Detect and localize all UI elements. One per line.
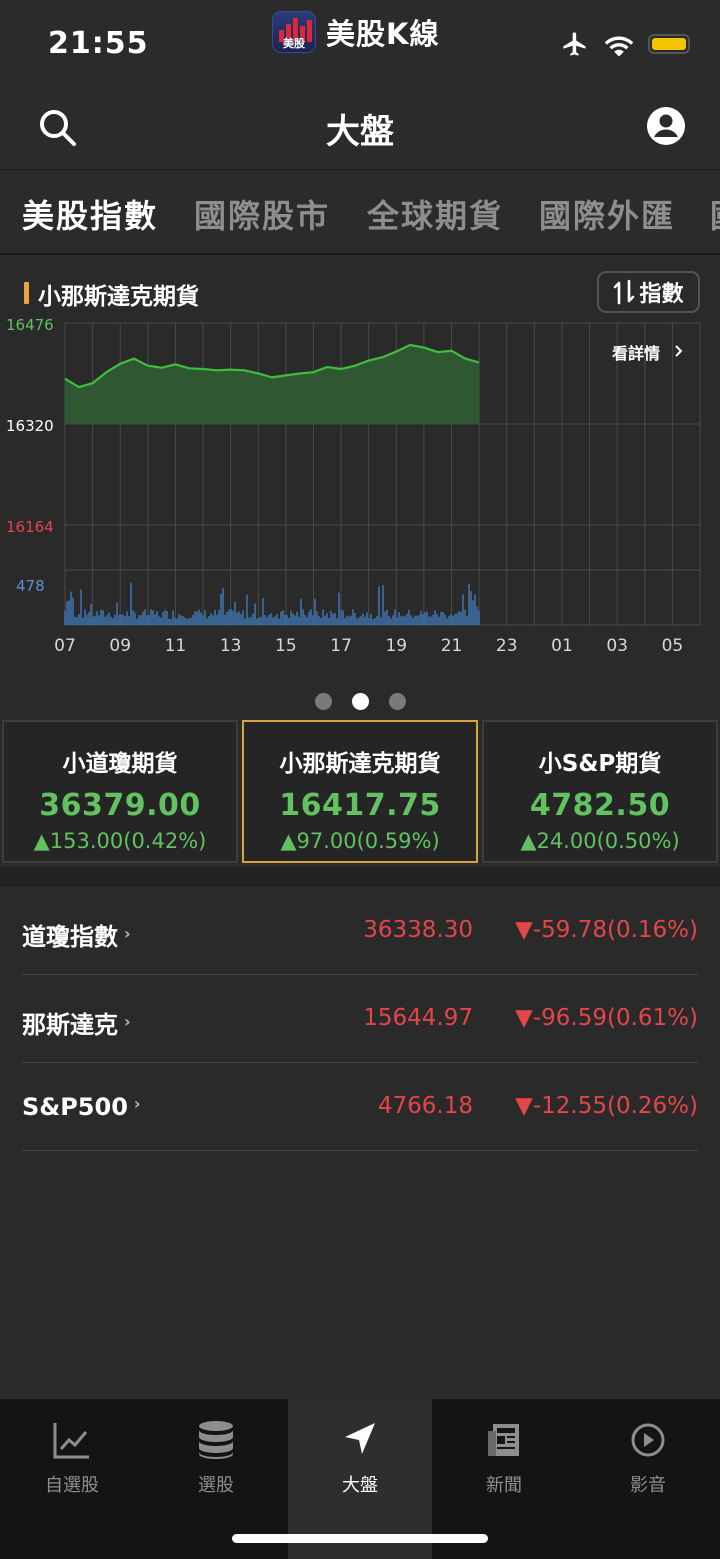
x-tick-label: 17: [330, 636, 352, 656]
futures-cards: 小道瓊期貨 36379.00 ▲153.00(0.42%) 小那斯達克期貨 16…: [0, 720, 720, 865]
index-value: 15644.97: [363, 1005, 473, 1031]
x-tick-label: 13: [220, 636, 242, 656]
futures-card-name: 小那斯達克期貨: [279, 751, 441, 777]
futures-card-mini-dow[interactable]: 小道瓊期貨 36379.00 ▲153.00(0.42%): [2, 720, 238, 863]
nav-label: 新聞: [486, 1475, 522, 1496]
index-list: 道瓊指數 › 36338.30 ▼-59.78(0.16%) 那斯達克 › 1564…: [0, 887, 720, 1151]
x-tick-label: 07: [54, 636, 76, 656]
y-tick-label-low: 16164: [6, 518, 54, 536]
database-stack-icon: [199, 1421, 233, 1459]
x-tick-label: 01: [551, 636, 573, 656]
index-name-text: S&P500: [22, 1093, 128, 1121]
page-dot[interactable]: [388, 693, 406, 710]
nav-label: 大盤: [342, 1475, 378, 1496]
tab-global-stock-markets[interactable]: 國際股市: [194, 191, 330, 237]
intraday-chart[interactable]: 16476 16320 16164 478 看詳情 07 09 11 13 15 17 19…: [0, 315, 720, 665]
index-name: 道瓊指數 ›: [22, 917, 131, 952]
index-toggle-button[interactable]: 指數: [597, 271, 700, 313]
airplane-icon: [563, 32, 586, 56]
location-arrow-icon: [345, 1423, 375, 1454]
volume-bars: [64, 582, 480, 625]
chart-title: 小那斯達克期貨: [38, 284, 199, 310]
chevron-right-icon: ›: [133, 1094, 141, 1113]
futures-card-price: 4782.50: [529, 788, 671, 823]
x-axis-ticks: 07 09 11 13 15 17 19 21 23 01 03 05: [54, 636, 683, 656]
app-name: 美股K線: [326, 17, 440, 51]
battery-icon: [648, 34, 690, 54]
x-tick-label: 11: [165, 636, 187, 656]
play-circle-icon: [631, 1423, 665, 1457]
page-indicator: [0, 693, 720, 710]
futures-card-name: 小道瓊期貨: [62, 751, 178, 777]
newspaper-icon: [488, 1424, 519, 1456]
detail-chevron-icon: [675, 345, 683, 357]
index-toggle-label: 指數: [639, 282, 684, 307]
page-dot[interactable]: [314, 693, 332, 710]
futures-card-price: 16417.75: [279, 788, 441, 823]
x-tick-label: 09: [109, 636, 131, 656]
page-dot-active[interactable]: [351, 693, 369, 710]
futures-card-price: 36379.00: [39, 788, 201, 823]
y-tick-label-mid: 16320: [6, 417, 54, 435]
tab-overflow[interactable]: 國: [710, 191, 720, 237]
tab-us-indices[interactable]: 美股指數: [22, 191, 158, 237]
chart-section: 小那斯達克期貨 指數 16476 16320 16164 478 看詳情 07 0…: [0, 257, 720, 717]
y-tick-label-high: 16476: [6, 316, 54, 334]
home-indicator: [232, 1534, 488, 1543]
app-logo-text: 美股: [283, 37, 305, 50]
nav-item-watchlist[interactable]: 自選股: [0, 1399, 144, 1559]
x-tick-label: 03: [606, 636, 628, 656]
swap-vertical-icon: [614, 279, 635, 305]
index-change: ▼-59.78(0.16%): [515, 917, 698, 943]
chevron-right-icon: ›: [124, 1012, 131, 1031]
top-header: 大盤: [0, 86, 720, 170]
x-tick-label: 15: [275, 636, 297, 656]
status-bar: 21:55 美股 美股K線: [0, 0, 720, 86]
futures-card-name: 小S&P期貨: [538, 751, 662, 777]
futures-card-change: ▲153.00(0.42%): [33, 829, 207, 853]
tab-forex[interactable]: 國際外匯: [539, 191, 675, 237]
futures-card-change: ▲24.00(0.50%): [520, 829, 680, 853]
page-title: 大盤: [326, 112, 394, 152]
futures-card-mini-nasdaq[interactable]: 小那斯達克期貨 16417.75 ▲97.00(0.59%): [242, 720, 478, 863]
x-tick-label: 19: [385, 636, 407, 656]
index-row-sp500[interactable]: S&P500 › 4766.18 ▼-12.55(0.26%): [22, 1063, 698, 1151]
index-change: ▼-12.55(0.26%): [515, 1093, 698, 1119]
futures-card-change: ▲97.00(0.59%): [280, 829, 440, 853]
x-tick-label: 21: [441, 636, 463, 656]
index-name: 那斯達克 ›: [22, 1005, 131, 1040]
index-name-text: 道瓊指數: [22, 923, 118, 951]
volume-max-label: 478: [16, 577, 45, 595]
index-value: 36338.30: [363, 917, 473, 943]
index-change: ▼-96.59(0.61%): [515, 1005, 698, 1031]
nav-item-videos[interactable]: 影音: [576, 1399, 720, 1559]
index-name: S&P500 ›: [22, 1093, 141, 1121]
x-tick-label: 23: [496, 636, 518, 656]
section-divider: [0, 867, 720, 887]
index-value: 4766.18: [377, 1093, 473, 1119]
index-row-nasdaq[interactable]: 那斯達克 › 15644.97 ▼-96.59(0.61%): [22, 975, 698, 1063]
user-account-icon[interactable]: [644, 104, 688, 148]
tab-global-futures[interactable]: 全球期貨: [367, 191, 503, 237]
nav-label: 選股: [198, 1475, 234, 1496]
price-area: [65, 345, 480, 424]
x-tick-label: 05: [662, 636, 684, 656]
chart-trend-icon: [53, 1423, 89, 1459]
app-badge: 美股 美股K線: [272, 10, 439, 54]
futures-card-mini-sp[interactable]: 小S&P期貨 4782.50 ▲24.00(0.50%): [482, 720, 718, 863]
app-logo-icon: 美股: [272, 11, 316, 53]
nav-label: 自選股: [45, 1475, 99, 1496]
nav-label: 影音: [630, 1475, 666, 1496]
status-icons: [560, 30, 690, 58]
status-time: 21:55: [48, 26, 149, 61]
wifi-icon: [604, 36, 634, 56]
index-row-dow[interactable]: 道瓊指數 › 36338.30 ▼-59.78(0.16%): [22, 887, 698, 975]
index-name-text: 那斯達克: [22, 1011, 118, 1039]
view-detail-link[interactable]: 看詳情: [611, 344, 660, 363]
chevron-right-icon: ›: [124, 924, 131, 943]
chart-title-marker: [24, 282, 29, 304]
category-tabs: 美股指數 國際股市 全球期貨 國際外匯 國: [0, 171, 720, 255]
